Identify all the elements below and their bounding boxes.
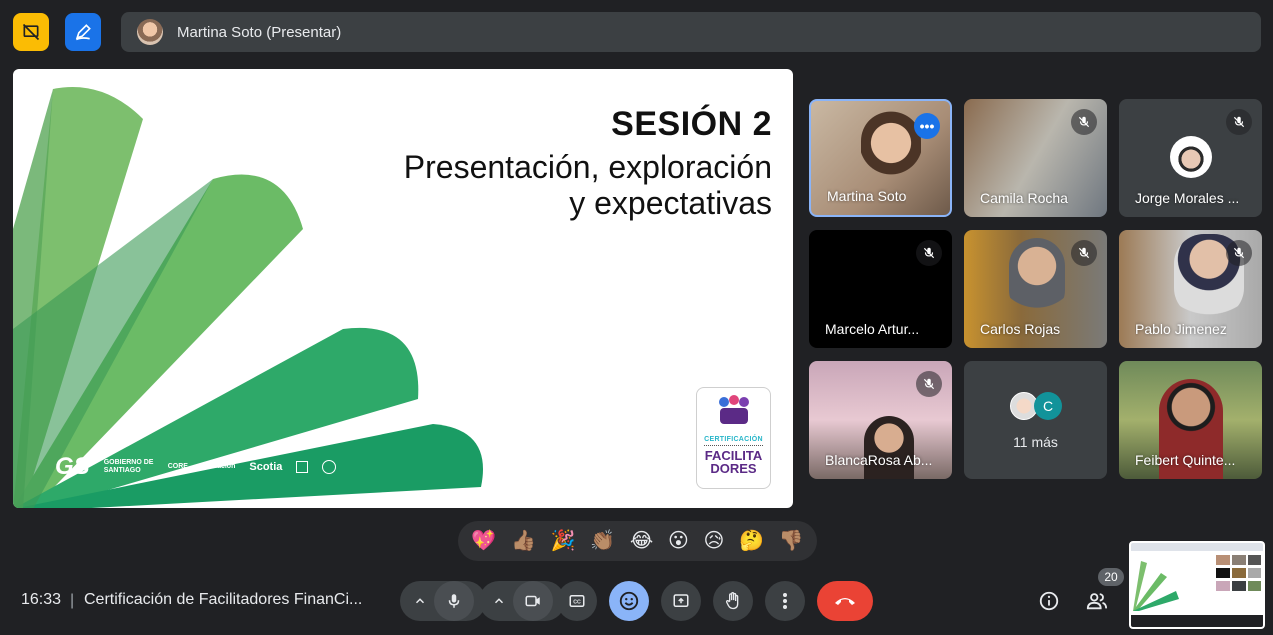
logo-gs: GS: [55, 453, 90, 480]
reaction-clapping[interactable]: 👏🏽: [590, 531, 615, 551]
mic-off-icon: [1226, 240, 1252, 266]
chevron-up-icon: [494, 598, 504, 604]
svg-text:CC: CC: [573, 600, 581, 606]
financity-logo-icon: [712, 394, 756, 428]
logo-core: CORE: [167, 463, 188, 470]
camera-control: [479, 581, 565, 621]
hand-icon: [725, 591, 739, 610]
clock-time: 16:33: [21, 591, 62, 608]
closed-captions-icon: CC: [569, 595, 585, 607]
presenter-avatar: [137, 19, 163, 45]
participant-video: [861, 111, 921, 191]
mic-off-icon: [1071, 109, 1097, 135]
camera-icon: [525, 595, 540, 607]
more-options-icon[interactable]: •••: [914, 113, 940, 139]
presentation-off-button[interactable]: [13, 13, 49, 51]
present-screen-icon: [673, 594, 689, 607]
meeting-details-button[interactable]: [1036, 588, 1062, 614]
more-participants-label: 11 más: [1013, 434, 1058, 450]
leave-call-button[interactable]: [817, 581, 873, 621]
participant-name: Camila Rocha: [980, 190, 1068, 206]
reaction-thumbs-up[interactable]: 👍🏽: [511, 531, 536, 551]
participant-tile[interactable]: Carlos Rojas: [964, 230, 1107, 348]
shared-slide[interactable]: SESIÓN 2 Presentación, exploración y exp…: [13, 69, 793, 508]
microphone-control: [400, 581, 486, 621]
slide-title: SESIÓN 2: [611, 105, 772, 143]
participant-name: BlancaRosa Ab...: [825, 452, 933, 468]
mic-off-icon: [916, 240, 942, 266]
present-off-icon: [22, 23, 40, 41]
people-count-badge: 20: [1098, 568, 1124, 586]
more-vertical-icon: [783, 593, 787, 609]
reaction-tears-of-joy[interactable]: 😂: [630, 531, 653, 551]
participant-name: Marcelo Artur...: [825, 321, 920, 337]
participant-tile[interactable]: BlancaRosa Ab...: [809, 361, 952, 479]
participant-name: Martina Soto: [827, 188, 907, 204]
participant-tile[interactable]: Jorge Morales ...: [1119, 99, 1262, 217]
more-options-button[interactable]: [765, 581, 805, 621]
info-icon: [1039, 591, 1059, 611]
reaction-thinking[interactable]: 🤔: [739, 531, 764, 551]
captions-button[interactable]: CC: [557, 581, 597, 621]
participant-tile[interactable]: Feibert Quinte...: [1119, 361, 1262, 479]
mic-off-icon: [1071, 240, 1097, 266]
slide-subtitle-line1: Presentación, exploración: [403, 149, 772, 185]
participant-video: [864, 416, 914, 479]
present-screen-button[interactable]: [661, 581, 701, 621]
reactions-button[interactable]: [609, 581, 649, 621]
reaction-sad[interactable]: 😥: [704, 531, 725, 551]
presenter-name: Martina Soto (Presentar): [177, 23, 342, 41]
sponsor-logos: GS GOBIERNO DE SANTIAGO CORE fundación S…: [55, 453, 337, 481]
participant-avatar: [1169, 136, 1212, 178]
badge-certificacion: CERTIFICACIÓN: [704, 436, 763, 446]
participant-name: Carlos Rojas: [980, 321, 1061, 337]
logo-fundacion: fundación: [201, 463, 236, 470]
participant-name: Feibert Quinte...: [1135, 452, 1236, 468]
reaction-sparkling-heart[interactable]: 💖: [471, 531, 496, 551]
more-participants-avatars: C: [1010, 392, 1062, 420]
microphone-icon: [448, 594, 460, 608]
badge-dores: DORES: [710, 461, 757, 476]
participant-tile[interactable]: Pablo Jimenez: [1119, 230, 1262, 348]
people-button[interactable]: [1084, 588, 1110, 614]
reactions-bar: 💖 👍🏽 🎉 👏🏽 😂 😮 😥 🤔 👎🏽: [458, 521, 817, 561]
raise-hand-button[interactable]: [713, 581, 753, 621]
hang-up-icon: [835, 598, 855, 605]
mic-off-icon: [916, 371, 942, 397]
logo-seal-icon: [322, 460, 337, 474]
participant-name: Jorge Morales ...: [1135, 190, 1240, 206]
participant-tile[interactable]: Marcelo Artur...: [809, 230, 952, 348]
more-participants-tile[interactable]: C 11 más: [964, 361, 1107, 479]
slide-subtitle-line2: y expectativas: [569, 185, 772, 221]
participant-tile[interactable]: ••• Martina Soto: [809, 99, 952, 217]
self-view-screen-preview: [1131, 543, 1263, 627]
participant-name: Pablo Jimenez: [1135, 321, 1227, 337]
chevron-up-icon: [415, 598, 425, 604]
reaction-thumbs-down[interactable]: 👎🏽: [779, 531, 804, 551]
participant-tile[interactable]: Camila Rocha: [964, 99, 1107, 217]
camera-button[interactable]: [513, 581, 553, 621]
participant-video: [1009, 238, 1065, 318]
presenter-bar[interactable]: Martina Soto (Presentar): [121, 12, 1261, 52]
microphone-button[interactable]: [434, 581, 474, 621]
meeting-title: Certificación de Facilitadores FinanCi..…: [84, 591, 363, 608]
self-view-thumbnail[interactable]: [1129, 541, 1265, 629]
reaction-party-popper[interactable]: 🎉: [551, 531, 576, 551]
logo-square-icon: [296, 461, 309, 473]
title-separator: |: [70, 592, 75, 609]
annotate-button[interactable]: [65, 13, 101, 51]
people-icon: [1086, 593, 1108, 610]
logo-gobierno: GOBIERNO DE SANTIAGO: [103, 459, 154, 474]
emoji-icon: [619, 591, 639, 611]
reaction-surprised[interactable]: 😮: [668, 531, 689, 551]
mic-off-icon: [1226, 109, 1252, 135]
financity-badge: CERTIFICACIÓN FACILITA DORES: [696, 387, 771, 489]
participant-avatar-initial: C: [1034, 392, 1062, 420]
pen-icon: [75, 24, 91, 41]
logo-scotia: Scotia: [249, 461, 283, 473]
